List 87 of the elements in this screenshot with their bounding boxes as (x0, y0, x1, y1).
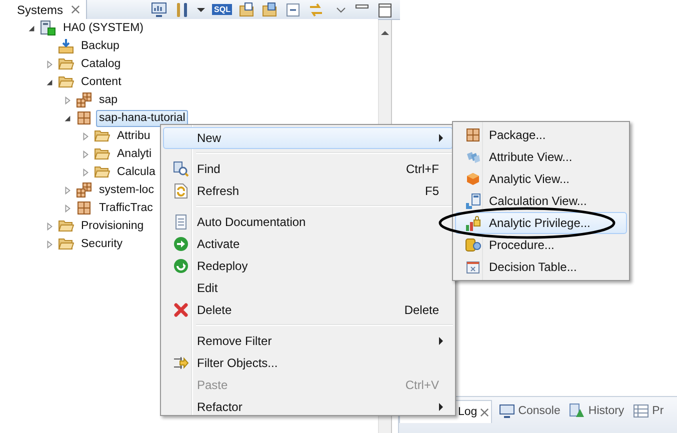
folder-icon (58, 56, 74, 72)
package-icon (76, 200, 92, 216)
cubes-icon (464, 149, 480, 165)
menu-item[interactable]: Refresh F5 (163, 180, 453, 202)
monitor-chart-icon[interactable] (151, 2, 168, 18)
expand-arrow-icon[interactable] (63, 186, 72, 194)
redeploy-icon (172, 258, 188, 274)
expand-arrow-icon[interactable] (63, 96, 72, 104)
tree-item[interactable]: Content (78, 74, 124, 90)
table-icon (464, 259, 480, 275)
close-icon[interactable] (71, 5, 80, 14)
menu-item[interactable]: Remove Filter (163, 330, 453, 352)
tree-item[interactable]: Security (78, 236, 126, 252)
tree-item[interactable]: system-loc (96, 182, 157, 198)
scroll-up-icon[interactable] (381, 30, 389, 36)
collapse-arrow-icon[interactable] (45, 78, 54, 86)
collapse-arrow-icon[interactable] (27, 24, 36, 32)
filter-icon (172, 355, 188, 371)
menu-item[interactable]: Auto Documentation (163, 211, 453, 233)
menu-item[interactable]: New (163, 127, 453, 149)
tree-item[interactable]: Calcula (114, 164, 158, 180)
menu-item[interactable]: Analytic View... (455, 168, 627, 190)
package-icon (464, 127, 480, 143)
expand-arrow-icon[interactable] (81, 132, 90, 140)
chart-lock-icon (464, 215, 480, 231)
menu-item[interactable]: Edit (163, 277, 453, 299)
menu-item[interactable]: Redeploy (163, 255, 453, 277)
close-icon[interactable] (480, 408, 490, 416)
collapse-arrow-icon[interactable] (63, 114, 72, 122)
packages-icon (76, 182, 92, 198)
tree-item[interactable]: Analyti (114, 146, 155, 162)
folder-icon (94, 128, 110, 144)
server-icon (40, 20, 56, 36)
menu-item[interactable]: Refactor (163, 396, 453, 418)
folder-icon (58, 74, 74, 90)
maximize-icon[interactable] (377, 2, 394, 18)
menu-item[interactable]: Filter Objects... (163, 352, 453, 374)
chevron-down-icon[interactable] (335, 6, 348, 14)
monitor-icon (499, 403, 516, 419)
tree-item[interactable]: TrafficTrac (96, 200, 156, 216)
tree-item[interactable]: Backup (78, 38, 122, 54)
tree-item[interactable]: sap-hana-tutorial (96, 110, 188, 126)
activate-icon (172, 236, 188, 252)
table-icon (633, 403, 650, 419)
expand-arrow-icon[interactable] (45, 60, 54, 68)
tree-item[interactable]: sap (96, 92, 121, 108)
panel-tab[interactable]: History (567, 400, 626, 422)
menu-item[interactable]: Attribute View... (455, 146, 627, 168)
expand-arrow-icon[interactable] (81, 150, 90, 158)
menu-item[interactable]: Package... (455, 124, 627, 146)
panel-tab[interactable]: Console (497, 400, 562, 422)
delete-icon (172, 302, 188, 318)
menu-item[interactable]: Calculation View... (455, 190, 627, 212)
expand-arrow-icon[interactable] (45, 240, 54, 248)
tree-item[interactable]: Catalog (78, 56, 124, 72)
systems-tab[interactable]: Systems (0, 0, 88, 19)
folder-icon[interactable] (239, 2, 256, 18)
menu-item[interactable]: Find Ctrl+F (163, 158, 453, 180)
packages-icon (76, 92, 92, 108)
menu-item[interactable]: Activate (163, 233, 453, 255)
expand-arrow-icon[interactable] (81, 168, 90, 176)
expand-arrow-icon[interactable] (63, 204, 72, 212)
history-icon (569, 403, 586, 419)
tree-item[interactable]: Provisioning (78, 218, 147, 234)
collapse-all-icon[interactable] (285, 2, 302, 18)
folder-icon (94, 164, 110, 180)
document-icon (172, 214, 188, 230)
tree-item[interactable]: Attribu (114, 128, 154, 144)
folder-icon (58, 218, 74, 234)
calculator-icon (464, 193, 480, 209)
menu-item[interactable]: Procedure... (455, 234, 627, 256)
tree-item[interactable]: HA0 (SYSTEM) (60, 20, 147, 36)
package-icon (76, 110, 92, 126)
folder-icon[interactable] (262, 2, 278, 18)
cube-icon (464, 171, 480, 187)
menu-item[interactable]: Delete Delete (163, 299, 453, 321)
expand-arrow-icon[interactable] (45, 222, 54, 230)
backup-icon (58, 38, 74, 54)
folder-icon (94, 146, 110, 162)
menu-item[interactable]: Decision Table... (455, 256, 627, 278)
find-icon (172, 161, 188, 177)
menu-item[interactable]: Analytic Privilege... (455, 212, 627, 234)
refresh-icon (172, 183, 188, 199)
dropdown-caret-icon[interactable] (197, 6, 206, 14)
folder-icon (58, 236, 74, 252)
panel-tab[interactable]: Pr (631, 400, 666, 422)
sql-console-button[interactable]: SQL (212, 4, 232, 15)
